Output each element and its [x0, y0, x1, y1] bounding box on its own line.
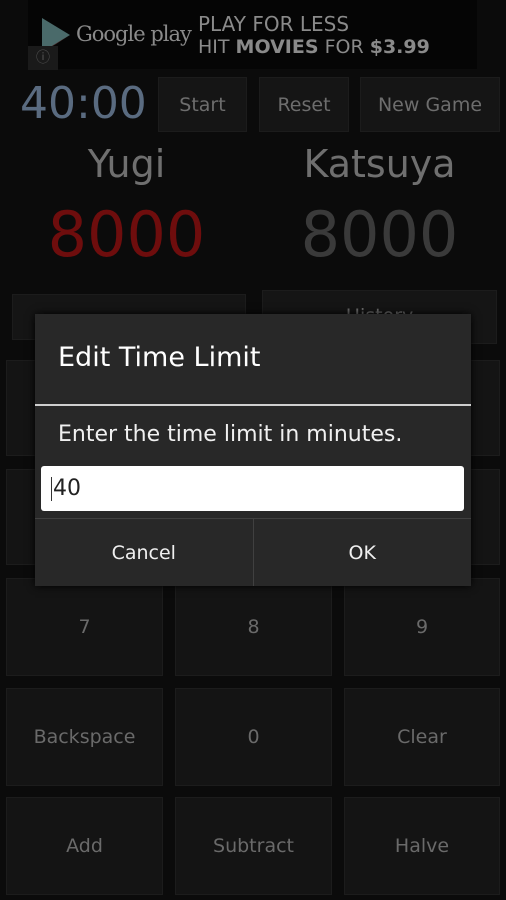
ad-brand: Google play: [76, 22, 192, 46]
time-limit-input[interactable]: 40: [41, 466, 464, 511]
dialog-title: Edit Time Limit: [58, 342, 261, 373]
text-cursor: [51, 477, 52, 501]
dialog-divider: [35, 404, 471, 406]
player1-name[interactable]: Yugi: [0, 142, 253, 186]
key-8[interactable]: 8: [175, 578, 332, 676]
key-9[interactable]: 9: [344, 578, 500, 676]
dialog-message: Enter the time limit in minutes.: [58, 422, 403, 447]
ok-button[interactable]: OK: [252, 519, 472, 586]
key-subtract[interactable]: Subtract: [175, 797, 332, 895]
ad-banner[interactable]: Google play PLAY FOR LESS HIT MOVIES FOR…: [28, 0, 477, 69]
edit-time-limit-dialog: Edit Time Limit Enter the time limit in …: [35, 314, 471, 586]
player2-life[interactable]: 8000: [253, 198, 506, 271]
new-game-button[interactable]: New Game: [360, 77, 500, 132]
key-clear[interactable]: Clear: [344, 688, 500, 786]
ad-info-icon[interactable]: ⓘ: [28, 46, 58, 70]
key-7[interactable]: 7: [6, 578, 163, 676]
cancel-button[interactable]: Cancel: [35, 519, 253, 586]
dialog-buttons: Cancel OK: [35, 518, 471, 586]
time-limit-value: 40: [53, 476, 81, 501]
ad-line2: HIT MOVIES FOR $3.99: [198, 36, 430, 58]
key-halve[interactable]: Halve: [344, 797, 500, 895]
start-button[interactable]: Start: [158, 77, 247, 132]
player2-name[interactable]: Katsuya: [253, 142, 506, 186]
timer-display[interactable]: 40:00: [20, 78, 147, 129]
ad-line1: PLAY FOR LESS: [198, 12, 350, 36]
key-add[interactable]: Add: [6, 797, 163, 895]
key-0[interactable]: 0: [175, 688, 332, 786]
player1-life[interactable]: 8000: [0, 198, 253, 271]
key-backspace[interactable]: Backspace: [6, 688, 163, 786]
reset-button[interactable]: Reset: [259, 77, 349, 132]
